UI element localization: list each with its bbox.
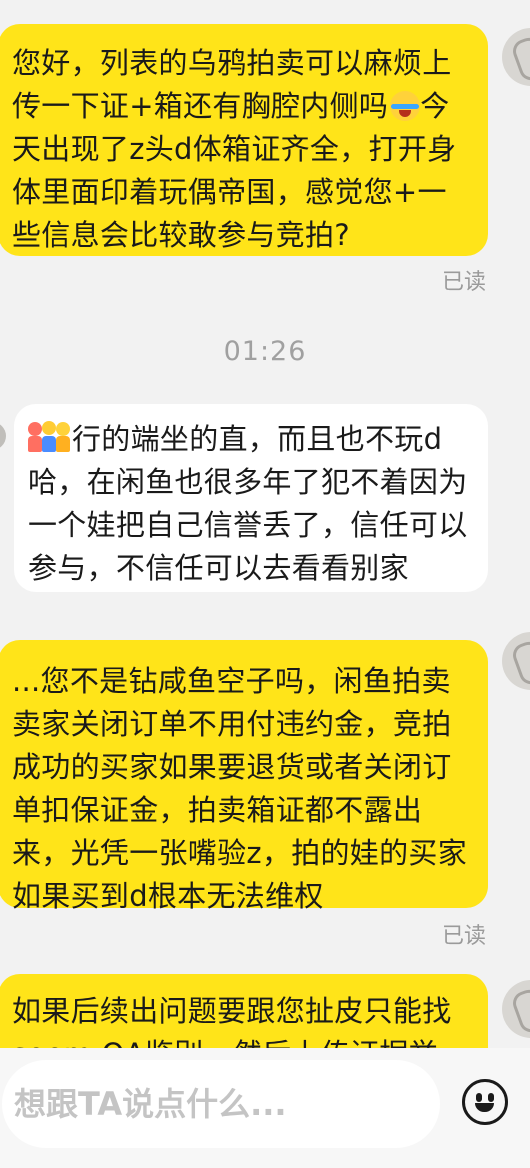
read-status: 已读 bbox=[441, 924, 486, 949]
their-avatar[interactable] bbox=[0, 422, 6, 450]
input-bar bbox=[0, 1048, 530, 1168]
chat-area[interactable]: 您好，列表的乌鸦拍卖可以麻烦上传一下证+箱还有胸腔内侧吗 今天出现了z头d体箱证齐… bbox=[0, 0, 530, 1048]
message-bubble-outgoing[interactable]: ...您不是钻咸鱼空子吗，闲鱼拍卖卖家关闭订单不用付违约金，竞拍成功的买家如果要… bbox=[0, 640, 488, 913]
crying-laughing-emoji-icon bbox=[390, 91, 421, 121]
smiley-face-icon bbox=[476, 1093, 482, 1102]
my-avatar[interactable] bbox=[502, 28, 530, 86]
message-bubble-outgoing[interactable]: 您好，列表的乌鸦拍卖可以麻烦上传一下证+箱还有胸腔内侧吗 今天出现了z头d体箱证齐… bbox=[0, 24, 488, 256]
message-timestamp: 01:26 bbox=[223, 336, 307, 367]
my-avatar[interactable] bbox=[502, 980, 530, 1038]
emoji-picker-button[interactable] bbox=[462, 1079, 508, 1125]
people-group-emoji-icon bbox=[28, 421, 70, 453]
message-text: 行的端坐的直，而且也不玩d哈，在闲鱼也很多年了犯不着因为一个娃把自己信誉丢了，信… bbox=[28, 422, 468, 585]
message-input[interactable] bbox=[2, 1060, 440, 1148]
read-status: 已读 bbox=[441, 270, 486, 295]
message-bubble-outgoing[interactable]: 如果后续出问题要跟您扯皮只能找soem QA鉴别，然后上传证据举 bbox=[0, 974, 488, 1048]
message-text: 您好，列表的乌鸦拍卖可以麻烦上传一下证+箱还有胸腔内侧吗 bbox=[12, 46, 452, 123]
message-bubble-incoming[interactable]: 行的端坐的直，而且也不玩d哈，在闲鱼也很多年了犯不着因为一个娃把自己信誉丢了，信… bbox=[14, 404, 488, 592]
message-text: 如果后续出问题要跟您扯皮只能找soem QA鉴别，然后上传证据举 bbox=[12, 994, 452, 1048]
my-avatar[interactable] bbox=[502, 632, 530, 690]
message-text: ...您不是钻咸鱼空子吗，闲鱼拍卖卖家关闭订单不用付违约金，竞拍成功的买家如果要… bbox=[12, 664, 468, 913]
